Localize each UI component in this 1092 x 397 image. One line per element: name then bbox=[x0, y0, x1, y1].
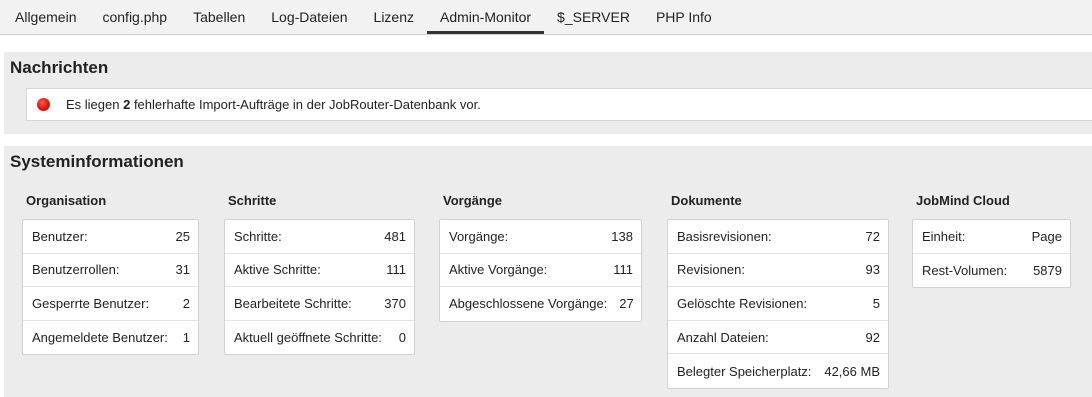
row-value: 72 bbox=[865, 228, 880, 244]
row-label: Abgeschlossene Vorgänge: bbox=[449, 296, 608, 312]
row-value: 1 bbox=[182, 330, 190, 346]
tab-config-php[interactable]: config.php bbox=[89, 0, 180, 34]
row-label: Aktive Vorgänge: bbox=[449, 262, 548, 278]
row-value: 138 bbox=[611, 228, 633, 244]
row-label: Bearbeitete Schritte: bbox=[234, 295, 352, 311]
row-value: 25 bbox=[175, 228, 190, 244]
tab-bar: Allgemein config.php Tabellen Log-Dateie… bbox=[0, 0, 1092, 35]
row-label: Einheit: bbox=[922, 228, 966, 244]
group-title: JobMind Cloud bbox=[916, 193, 1010, 208]
info-card: Benutzer: 25 Benutzerrollen: 31 Gesperrte … bbox=[22, 219, 199, 356]
info-row: Aktive Vorgänge: 111 bbox=[440, 254, 641, 288]
row-label: Anzahl Dateien: bbox=[677, 329, 769, 345]
tab-lizenz[interactable]: Lizenz bbox=[361, 0, 427, 34]
info-row: Benutzerrollen: 31 bbox=[23, 254, 198, 288]
nachrichten-panel: Nachrichten Es liegen 2 fehlerhafte Impo… bbox=[4, 52, 1092, 134]
message-text-after: fehlerhafte Import-Aufträge in der JobRo… bbox=[130, 97, 481, 112]
row-label: Gesperrte Benutzer: bbox=[32, 295, 150, 311]
group-title: Vorgänge bbox=[443, 193, 502, 208]
info-row: Basisrevisionen: 72 bbox=[668, 220, 888, 254]
info-row: Rest-Volumen: 5879 bbox=[913, 254, 1070, 288]
row-value: 5879 bbox=[1033, 262, 1062, 278]
row-value: 92 bbox=[865, 329, 880, 345]
row-label: Vorgänge: bbox=[449, 228, 509, 244]
row-value: 31 bbox=[175, 262, 190, 278]
info-row: Anzahl Dateien: 92 bbox=[668, 321, 888, 355]
row-value: 111 bbox=[386, 262, 406, 278]
row-label: Gelöschte Revisionen: bbox=[677, 295, 808, 311]
info-row: Gesperrte Benutzer: 2 bbox=[23, 287, 198, 321]
info-card: Basisrevisionen: 72 Revisionen: 93 Gelösch… bbox=[667, 219, 889, 389]
info-row: Einheit: Page bbox=[913, 220, 1070, 254]
info-card: Schritte: 481 Aktive Schritte: 111 Bearbei… bbox=[224, 219, 415, 356]
group-title: Dokumente bbox=[671, 193, 742, 208]
systeminfo-title: Systeminformationen bbox=[10, 152, 184, 171]
tab-server[interactable]: $_SERVER bbox=[544, 0, 643, 34]
info-row: Benutzer: 25 bbox=[23, 220, 198, 254]
row-value: 370 bbox=[384, 295, 406, 311]
nachrichten-title: Nachrichten bbox=[10, 58, 109, 77]
info-row: Bearbeitete Schritte: 370 bbox=[225, 287, 414, 321]
info-row: Vorgänge: 138 bbox=[440, 220, 641, 254]
info-row: Aktive Schritte: 111 bbox=[225, 254, 414, 288]
tab-php-info[interactable]: PHP Info bbox=[643, 0, 725, 34]
info-row: Gelöschte Revisionen: 5 bbox=[668, 287, 888, 321]
tab-log-dateien[interactable]: Log-Dateien bbox=[258, 0, 360, 34]
systeminfo-panel: Systeminformationen Organisation Benutze… bbox=[4, 146, 1092, 397]
info-row: Revisionen: 93 bbox=[668, 254, 888, 288]
row-value: 27 bbox=[619, 296, 634, 312]
row-label: Basisrevisionen: bbox=[677, 228, 772, 244]
message-text-before: Es liegen bbox=[66, 97, 124, 112]
info-row: Angemeldete Benutzer: 1 bbox=[23, 321, 198, 355]
row-label: Belegter Speicherplatz: bbox=[677, 363, 812, 379]
tab-admin-monitor[interactable]: Admin-Monitor bbox=[427, 0, 545, 34]
row-label: Schritte: bbox=[234, 228, 282, 244]
row-label: Angemeldete Benutzer: bbox=[32, 330, 168, 346]
info-card: Einheit: Page Rest-Volumen: 5879 bbox=[912, 219, 1071, 289]
info-row: Schritte: 481 bbox=[225, 220, 414, 254]
tab-allgemein[interactable]: Allgemein bbox=[2, 0, 89, 34]
group-title: Organisation bbox=[26, 193, 107, 208]
row-value: 5 bbox=[872, 295, 880, 311]
error-status-icon bbox=[37, 98, 50, 111]
row-value: 93 bbox=[865, 262, 880, 278]
row-label: Benutzerrollen: bbox=[32, 262, 120, 278]
row-label: Aktuell geöffnete Schritte: bbox=[234, 330, 382, 346]
row-value: 2 bbox=[182, 295, 190, 311]
row-value: 481 bbox=[384, 228, 406, 244]
row-label: Revisionen: bbox=[677, 262, 745, 278]
info-row: Aktuell geöffnete Schritte: 0 bbox=[225, 321, 414, 355]
row-value: 0 bbox=[398, 330, 406, 346]
row-value: 111 bbox=[613, 262, 633, 278]
info-row: Belegter Speicherplatz: 42,66 MB bbox=[668, 354, 888, 388]
row-label: Rest-Volumen: bbox=[922, 262, 1008, 278]
info-row: Abgeschlossene Vorgänge: 27 bbox=[440, 287, 641, 321]
info-card: Vorgänge: 138 Aktive Vorgänge: 111 Abgesch… bbox=[439, 219, 642, 322]
message-text: Es liegen 2 fehlerhafte Import-Aufträge … bbox=[66, 97, 481, 112]
row-value: Page bbox=[1031, 228, 1062, 244]
tab-tabellen[interactable]: Tabellen bbox=[180, 0, 258, 34]
row-label: Benutzer: bbox=[32, 228, 88, 244]
row-label: Aktive Schritte: bbox=[234, 262, 321, 278]
message-box: Es liegen 2 fehlerhafte Import-Aufträge … bbox=[26, 88, 1092, 121]
row-value: 42,66 MB bbox=[824, 363, 880, 379]
group-title: Schritte bbox=[228, 193, 277, 208]
